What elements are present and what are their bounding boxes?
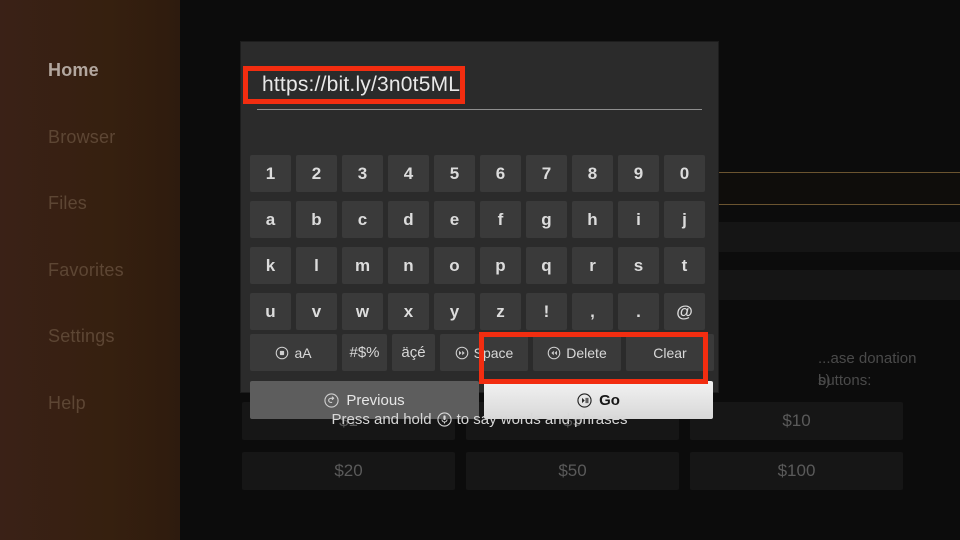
function-key-label: Delete (566, 344, 607, 361)
keyboard-row-4: u v w x y z!,. @ (250, 293, 705, 330)
url-input-value: https://bit.ly/3n0t5ML (262, 73, 461, 96)
function-key-space[interactable]: Space (440, 334, 528, 371)
key-y[interactable]: y (434, 293, 475, 330)
key-n[interactable]: n (388, 247, 429, 284)
function-key-label: Clear (653, 344, 687, 361)
sidebar-item-files[interactable]: Files (48, 193, 87, 214)
key-7[interactable]: 7 (526, 155, 567, 192)
key-m[interactable]: m (342, 247, 383, 284)
function-key-delete[interactable]: Delete (533, 334, 621, 371)
key-b[interactable]: b (296, 201, 337, 238)
sidebar-item-home[interactable]: Home (48, 60, 99, 81)
key-@[interactable]: @ (664, 293, 705, 330)
key-.[interactable]: . (618, 293, 659, 330)
key-8[interactable]: 8 (572, 155, 613, 192)
function-key-[interactable]: #$% (342, 334, 387, 371)
keyboard-row-1: 1234567890 (250, 155, 705, 192)
key-t[interactable]: t (664, 247, 705, 284)
sidebar-item-help[interactable]: Help (48, 393, 86, 414)
key-d[interactable]: d (388, 201, 429, 238)
function-key-label: #$% (349, 344, 380, 361)
key-a[interactable]: a (250, 201, 291, 238)
key-p[interactable]: p (480, 247, 521, 284)
url-input-field[interactable]: https://bit.ly/3n0t5ML (257, 70, 702, 110)
function-key-clear[interactable]: Clear (626, 334, 714, 371)
function-key-label: aA (294, 344, 312, 361)
key-l[interactable]: l (296, 247, 337, 284)
function-key-aa[interactable]: aA (250, 334, 337, 371)
key-u[interactable]: u (250, 293, 291, 330)
key-z[interactable]: z (480, 293, 521, 330)
key-,[interactable]: , (572, 293, 613, 330)
voice-search-hint: Press and hold to say words and phrases (241, 402, 718, 436)
keyboard-row-3: klmnopqrst (250, 247, 705, 284)
key-6[interactable]: 6 (480, 155, 521, 192)
keyboard-function-row: aA #$% äçé Space Delete Clear (250, 334, 714, 371)
key-2[interactable]: 2 (296, 155, 337, 192)
key-3[interactable]: 3 (342, 155, 383, 192)
background-row-1 (688, 222, 960, 252)
key-e[interactable]: e (434, 201, 475, 238)
fast-forward-circle-icon (455, 346, 469, 360)
key-o[interactable]: o (434, 247, 475, 284)
key-r[interactable]: r (572, 247, 613, 284)
key-j[interactable]: j (664, 201, 705, 238)
function-key-label: Space (473, 344, 514, 361)
voice-hint-before: Press and hold (331, 410, 432, 428)
background-url-field[interactable] (688, 172, 960, 205)
key-q[interactable]: q (526, 247, 567, 284)
key-c[interactable]: c (342, 201, 383, 238)
key-k[interactable]: k (250, 247, 291, 284)
key-5[interactable]: 5 (434, 155, 475, 192)
key-w[interactable]: w (342, 293, 383, 330)
key-g[interactable]: g (526, 201, 567, 238)
background-donation-note-line-2: s) (818, 372, 831, 389)
key-s[interactable]: s (618, 247, 659, 284)
keyboard-row-2: abcdefghij (250, 201, 705, 238)
key-i[interactable]: i (618, 201, 659, 238)
key-![interactable]: ! (526, 293, 567, 330)
key-1[interactable]: 1 (250, 155, 291, 192)
key-9[interactable]: 9 (618, 155, 659, 192)
key-x[interactable]: x (388, 293, 429, 330)
key-4[interactable]: 4 (388, 155, 429, 192)
donation-button-20[interactable]: $20 (242, 452, 455, 490)
sidebar-item-favorites[interactable]: Favorites (48, 260, 124, 281)
function-key-[interactable]: äçé (392, 334, 435, 371)
key-f[interactable]: f (480, 201, 521, 238)
microphone-circle-icon (436, 411, 452, 427)
key-v[interactable]: v (296, 293, 337, 330)
tv-browser-screen: Home Browser Files Favorites Settings Help ..… (0, 0, 960, 540)
donation-button-10[interactable]: $10 (690, 402, 903, 440)
key-h[interactable]: h (572, 201, 613, 238)
background-donation-note-line-1: ...ase donation buttons: (818, 350, 917, 389)
sidebar-item-browser[interactable]: Browser (48, 127, 115, 148)
sidebar: Home Browser Files Favorites Settings Help (0, 0, 180, 540)
function-key-label: äçé (401, 344, 426, 361)
donation-button-50[interactable]: $50 (466, 452, 679, 490)
rewind-circle-icon (547, 346, 561, 360)
voice-hint-after: to say words and phrases (456, 410, 628, 428)
key-0[interactable]: 0 (664, 155, 705, 192)
on-screen-keyboard-dialog: https://bit.ly/3n0t5ML 1234567890 abcdefg… (241, 42, 718, 419)
background-row-2 (688, 270, 960, 300)
select-circle-icon (275, 346, 289, 360)
donation-button-100[interactable]: $100 (690, 452, 903, 490)
sidebar-item-settings[interactable]: Settings (48, 326, 115, 347)
